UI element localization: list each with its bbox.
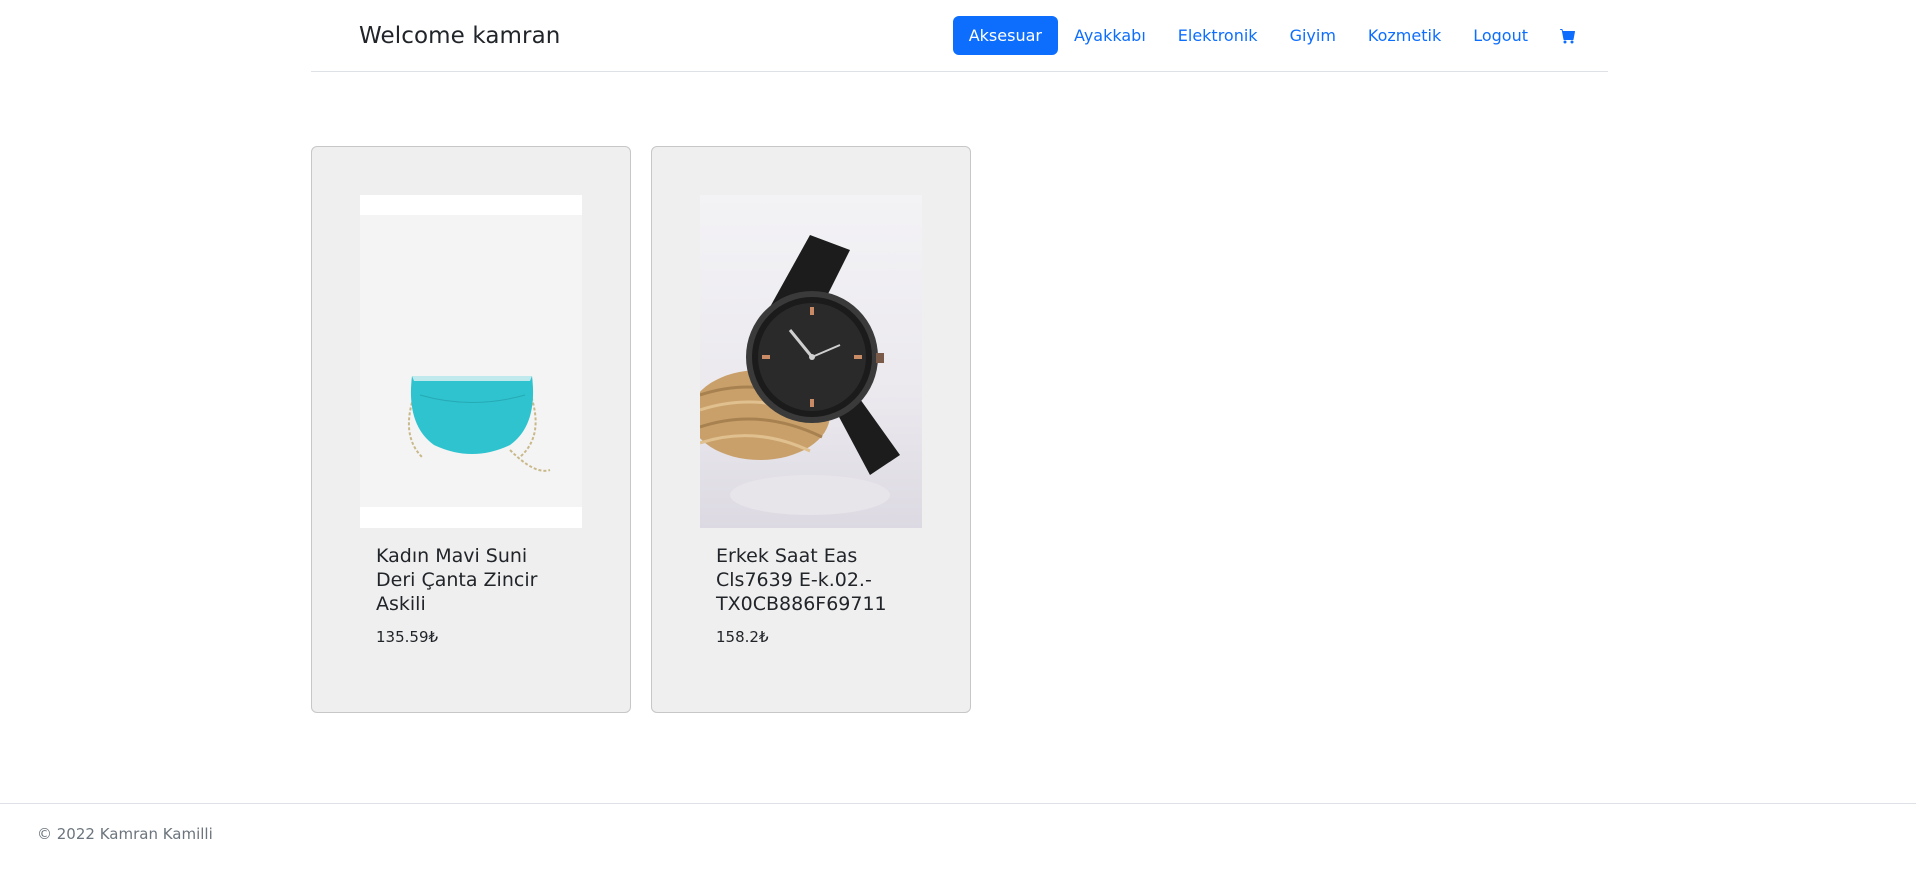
nav-logout[interactable]: Logout bbox=[1457, 16, 1544, 55]
page-footer: © 2022 Kamran Kamilli bbox=[0, 803, 1916, 882]
welcome-brand: Welcome kamran bbox=[359, 22, 561, 49]
product-title[interactable]: Kadın Mavi Suni Deri Çanta Zincir Askili bbox=[376, 544, 566, 616]
product-grid: Kadın Mavi Suni Deri Çanta Zincir Askili… bbox=[311, 146, 971, 713]
nav-aksesuar[interactable]: Aksesuar bbox=[952, 16, 1058, 55]
product-card[interactable]: Erkek Saat Eas Cls7639 E-k.02.-TX0CB886F… bbox=[651, 146, 971, 713]
top-navbar: Welcome kamran Aksesuar Ayakkabı Elektro… bbox=[311, 0, 1608, 72]
cart-icon bbox=[1560, 28, 1575, 43]
product-card[interactable]: Kadın Mavi Suni Deri Çanta Zincir Askili… bbox=[311, 146, 631, 713]
card-body: Kadın Mavi Suni Deri Çanta Zincir Askili… bbox=[360, 528, 582, 646]
nav-kozmetik[interactable]: Kozmetik bbox=[1352, 16, 1457, 55]
product-price: 135.59₺ bbox=[376, 628, 439, 646]
nav-giyim[interactable]: Giyim bbox=[1274, 16, 1352, 55]
cart-button[interactable] bbox=[1544, 18, 1592, 54]
page-container: Welcome kamran Aksesuar Ayakkabı Elektro… bbox=[311, 0, 1608, 713]
product-image-bag[interactable] bbox=[360, 195, 582, 528]
card-body: Erkek Saat Eas Cls7639 E-k.02.-TX0CB886F… bbox=[700, 528, 922, 646]
nav-elektronik[interactable]: Elektronik bbox=[1162, 16, 1274, 55]
product-price: 158.2₺ bbox=[716, 628, 769, 646]
nav-ayakkabi[interactable]: Ayakkabı bbox=[1058, 16, 1162, 55]
product-title[interactable]: Erkek Saat Eas Cls7639 E-k.02.-TX0CB886F… bbox=[716, 544, 906, 616]
product-image-watch[interactable] bbox=[700, 195, 922, 528]
category-nav: Aksesuar Ayakkabı Elektronik Giyim Kozme… bbox=[952, 16, 1592, 55]
copyright-text: © 2022 Kamran Kamilli bbox=[37, 825, 213, 843]
